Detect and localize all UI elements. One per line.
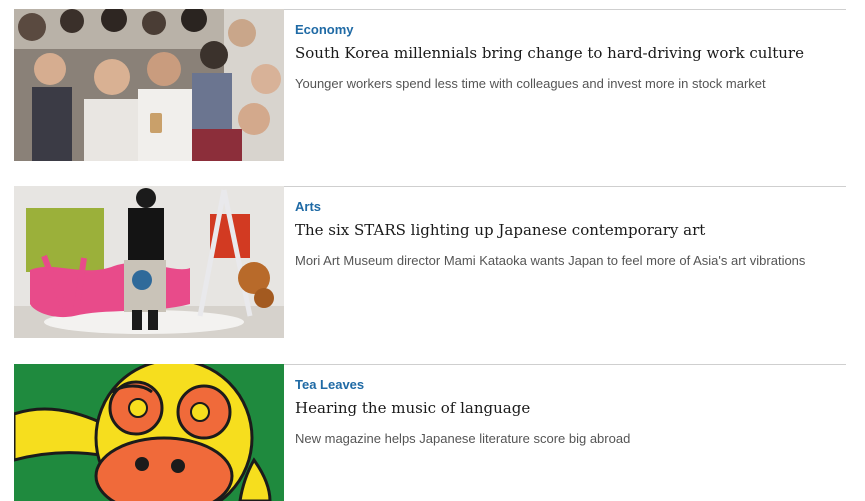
article-divider	[284, 9, 846, 10]
article-card: Tea Leaves Hearing the music of language…	[14, 364, 846, 501]
article-summary: Younger workers spend less time with col…	[295, 76, 766, 91]
article-summary: Mori Art Museum director Mami Kataoka wa…	[295, 253, 806, 268]
headline-link[interactable]: Hearing the music of language	[295, 399, 530, 417]
article-thumbnail[interactable]	[14, 9, 284, 161]
article-card: Economy South Korea millennials bring ch…	[14, 9, 846, 161]
headline-link[interactable]: South Korea millennials bring change to …	[295, 44, 804, 62]
article-thumbnail[interactable]	[14, 364, 284, 501]
category-link[interactable]: Tea Leaves	[295, 377, 364, 392]
article-card: Arts The six STARS lighting up Japanese …	[14, 186, 846, 338]
category-link[interactable]: Arts	[295, 199, 321, 214]
article-divider	[284, 186, 846, 187]
article-divider	[284, 364, 846, 365]
article-summary: New magazine helps Japanese literature s…	[295, 431, 631, 446]
article-thumbnail[interactable]	[14, 186, 284, 338]
headline-link[interactable]: The six STARS lighting up Japanese conte…	[295, 221, 705, 239]
category-link[interactable]: Economy	[295, 22, 354, 37]
